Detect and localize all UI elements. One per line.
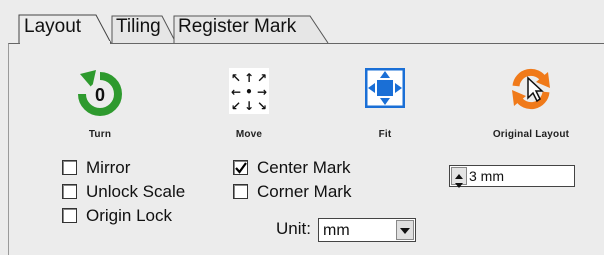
svg-text:→: →	[257, 85, 267, 99]
unit-select[interactable]: mm	[318, 218, 416, 242]
rotate-icon: 0	[78, 70, 122, 116]
tab-tiling-label: Tiling	[116, 16, 161, 37]
corner-mark-checkbox[interactable]: Corner Mark	[233, 181, 393, 203]
checkmark-icon	[235, 162, 247, 174]
spinner-arrows[interactable]	[451, 167, 467, 188]
svg-text:•: •	[245, 85, 253, 99]
tab-layout-label: Layout	[24, 16, 82, 37]
original-layout-button[interactable]: Original Layout	[461, 64, 601, 144]
move-button[interactable]: ↖ ↑ ↗ ← • → ↙ ↓ ↘ Move	[179, 64, 319, 144]
tab-register-mark[interactable]: Register Mark	[172, 12, 330, 44]
svg-text:↘: ↘	[257, 99, 267, 113]
corner-mark-label: Corner Mark	[257, 182, 352, 201]
spin-up-icon[interactable]	[452, 168, 466, 179]
svg-text:↑: ↑	[244, 71, 254, 85]
fit-label: Fit	[378, 129, 392, 140]
reset-cursor-icon	[512, 68, 550, 110]
svg-text:↓: ↓	[244, 99, 254, 113]
original-layout-label: Original Layout	[492, 129, 570, 140]
svg-text:↗: ↗	[257, 71, 267, 85]
chevron-down-icon	[400, 228, 410, 234]
turn-label: Turn	[88, 129, 112, 140]
center-mark-checkbox[interactable]: Center Mark	[233, 157, 393, 179]
move-arrows-icon: ↖ ↑ ↗ ← • → ↙ ↓ ↘	[229, 68, 269, 114]
tab-layout[interactable]: Layout	[18, 12, 114, 45]
mirror-label: Mirror	[86, 158, 131, 177]
unit-value: mm	[323, 222, 350, 239]
mark-size-value[interactable]: 3 mm	[469, 167, 504, 185]
origin-lock-checkbox[interactable]: Origin Lock	[62, 205, 222, 227]
unlock-scale-label: Unlock Scale	[86, 182, 186, 201]
svg-text:↙: ↙	[231, 99, 241, 113]
fit-button[interactable]: Fit	[315, 64, 455, 144]
spin-down-icon[interactable]	[452, 176, 466, 188]
move-label: Move	[235, 129, 263, 140]
tab-tiling[interactable]: Tiling	[110, 12, 180, 44]
turn-value: 0	[95, 85, 105, 105]
svg-text:←: ←	[231, 85, 241, 99]
origin-lock-label: Origin Lock	[86, 206, 172, 225]
tab-register-mark-label: Register Mark	[178, 16, 297, 37]
svg-text:↖: ↖	[231, 71, 241, 85]
mirror-checkbox[interactable]: Mirror	[62, 157, 202, 179]
mark-size-spinner[interactable]: 3 mm	[449, 165, 575, 188]
unlock-scale-checkbox[interactable]: Unlock Scale	[62, 181, 222, 203]
turn-button[interactable]: 0 Turn	[30, 64, 170, 144]
fit-to-page-icon	[365, 68, 405, 108]
dropdown-button[interactable]	[396, 220, 414, 240]
center-mark-label: Center Mark	[257, 158, 351, 177]
unit-label: Unit:	[276, 219, 311, 238]
tab-strip: Tiling Register Mark Layout	[0, 0, 604, 45]
